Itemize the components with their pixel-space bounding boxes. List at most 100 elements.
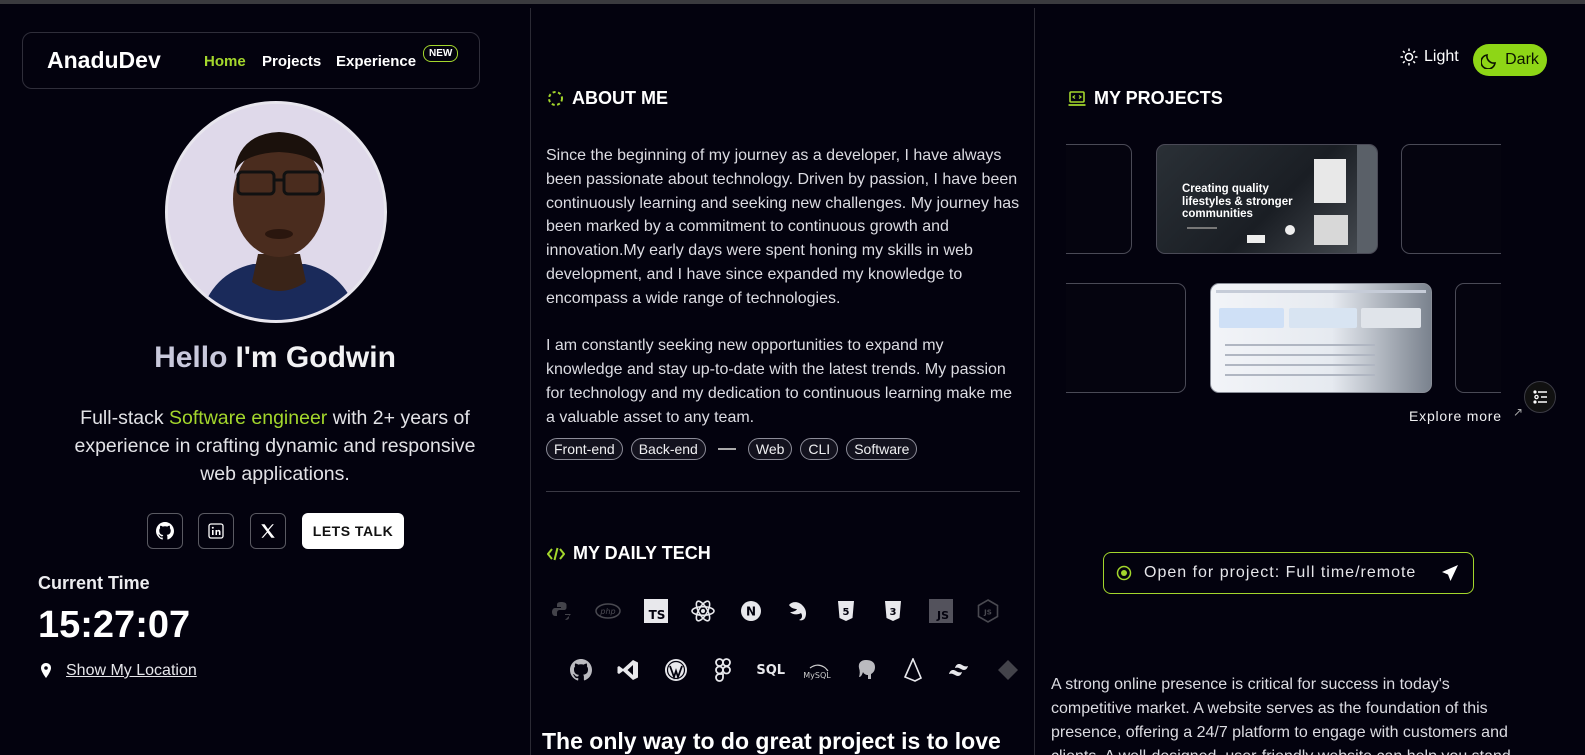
x-icon (261, 524, 275, 538)
section-divider (546, 491, 1020, 492)
explore-more-link[interactable]: Explore more (1409, 408, 1502, 424)
project-card-6[interactable] (1455, 283, 1501, 393)
typescript-icon: TS (632, 596, 680, 626)
dark-label: Dark (1505, 51, 1539, 68)
svg-text:JS: JS (936, 609, 949, 622)
brand-logo[interactable]: AnaduDev (47, 47, 161, 74)
git-icon (985, 655, 1033, 685)
send-icon (1442, 565, 1458, 581)
hello-text: Hello (154, 341, 228, 374)
navbar: AnaduDev Home Projects Experience NEW (22, 32, 480, 89)
moon-icon (1481, 54, 1497, 69)
prisma-icon (890, 655, 938, 685)
svg-text:N: N (746, 605, 756, 619)
list-settings-icon (1533, 390, 1547, 404)
nav-experience[interactable]: Experience (336, 53, 416, 70)
tag-frontend: Front-end (546, 438, 623, 460)
svg-text:5: 5 (842, 607, 849, 618)
project-card-2-headline: Creating quality lifestyles & stronger c… (1182, 183, 1293, 220)
svg-text:3: 3 (890, 607, 897, 618)
projects-column: Light Dark MY PROJECTS Creating quality … (1036, 8, 1585, 755)
laptop-code-icon (1068, 90, 1086, 106)
python-icon (537, 596, 585, 626)
intro-highlight: Software engineer (169, 407, 328, 429)
figma-icon (700, 655, 748, 685)
about-title: ABOUT ME (572, 88, 668, 108)
arrow-up-right-icon: ↗ (1513, 405, 1524, 419)
about-paragraph-1: Since the beginning of my journey as a d… (546, 147, 1020, 307)
sql-icon: SQL (756, 662, 786, 678)
menu-fab-button[interactable] (1524, 381, 1556, 413)
tag-web: Web (747, 438, 793, 460)
about-text: Since the beginning of my journey as a d… (546, 144, 1021, 453)
quote-heading: The only way to do great project is to l… (542, 728, 1001, 754)
avatar (165, 101, 387, 323)
linkedin-icon (208, 523, 224, 539)
nodejs-icon: JS (965, 596, 1013, 626)
status-dot-icon (1116, 565, 1132, 581)
react-icon (680, 596, 728, 626)
location-pin-icon (41, 663, 51, 678)
lets-talk-button[interactable]: LETS TALK (302, 513, 404, 549)
tag-cli: CLI (800, 438, 839, 460)
javascript-icon: JS (917, 596, 965, 626)
about-column: ABOUT ME Since the beginning of my journ… (530, 8, 1035, 755)
sun-icon (1400, 48, 1418, 66)
svg-text:MySQL: MySQL (804, 671, 831, 680)
nestjs-icon (775, 596, 823, 626)
about-heading: ABOUT ME (547, 88, 668, 109)
project-card-1[interactable] (1066, 144, 1132, 254)
vscode-icon (605, 655, 653, 685)
projects-heading: MY PROJECTS (1068, 88, 1223, 109)
github-button[interactable] (147, 513, 183, 549)
current-time-value: 15:27:07 (38, 604, 191, 646)
show-location-link[interactable]: Show My Location (66, 662, 197, 680)
profile-column: AnaduDev Home Projects Experience NEW He… (0, 8, 530, 755)
daily-tech-title: MY DAILY TECH (573, 543, 711, 563)
mysql-icon: MySQL (795, 655, 843, 685)
php-icon: php (585, 596, 633, 626)
project-card-3[interactable] (1401, 144, 1501, 254)
tag-backend: Back-end (630, 438, 706, 460)
project-card-4[interactable] (1066, 283, 1186, 393)
about-paragraph-2: I am constantly seeking new opportunitie… (546, 337, 1013, 426)
svg-text:TS: TS (648, 608, 665, 622)
tech-row-1: php TS N 5 3 JS JS (537, 596, 1012, 626)
tag-software: Software (846, 438, 918, 460)
greeting-heading: Hello I'm Godwin (0, 341, 550, 375)
postgresql-icon (842, 655, 890, 685)
website-importance-text: A strong online presence is critical for… (1051, 676, 1511, 755)
svg-text:JS: JS (983, 609, 992, 617)
nextjs-icon: N (727, 596, 775, 626)
name-text: I'm Godwin (235, 341, 396, 374)
skill-tags: Front-end Back-end Web CLI Software (546, 438, 918, 460)
dark-theme-toggle[interactable]: Dark (1473, 44, 1547, 76)
intro-pre: Full-stack (80, 407, 170, 429)
tailwind-icon (937, 655, 985, 685)
project-card-5[interactable] (1210, 283, 1432, 393)
open-for-project-label: Open for project: Full time/remote (1144, 564, 1417, 581)
projects-title: MY PROJECTS (1094, 88, 1223, 108)
x-twitter-button[interactable] (250, 513, 286, 549)
css3-icon: 3 (870, 596, 918, 626)
projects-carousel[interactable]: Creating quality lifestyles & stronger c… (1066, 142, 1501, 404)
new-badge: NEW (423, 45, 459, 62)
nav-home[interactable]: Home (204, 53, 246, 70)
tech-row-2: SQL MySQL (557, 655, 1032, 685)
open-for-project-button[interactable]: Open for project: Full time/remote (1103, 552, 1474, 594)
wordpress-icon (652, 655, 700, 685)
light-label: Light (1424, 48, 1459, 65)
tag-separator (717, 448, 736, 450)
svg-text:php: php (600, 607, 616, 616)
html5-icon: 5 (822, 596, 870, 626)
linkedin-button[interactable] (198, 513, 234, 549)
nav-projects[interactable]: Projects (262, 53, 321, 70)
code-icon (547, 547, 565, 560)
github-tech-icon (557, 655, 605, 685)
light-theme-toggle[interactable]: Light (1400, 48, 1459, 66)
project-card-2[interactable]: Creating quality lifestyles & stronger c… (1156, 144, 1378, 254)
github-icon (156, 522, 174, 540)
daily-tech-heading: MY DAILY TECH (547, 543, 711, 564)
intro-text: Full-stack Software engineer with 2+ yea… (60, 404, 490, 488)
dashed-circle-icon (548, 91, 563, 106)
